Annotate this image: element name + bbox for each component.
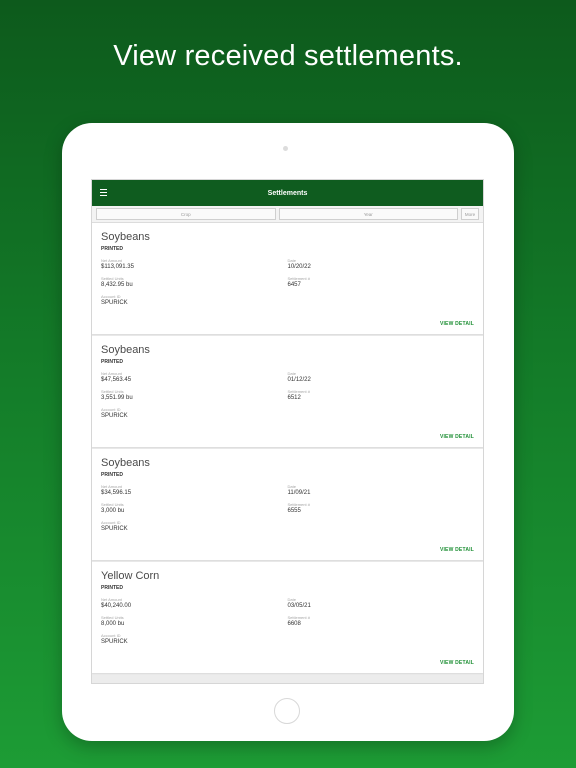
account-id-label: Account ID bbox=[101, 407, 121, 412]
app-screen: Settlements Crop Year More Soybeans PRIN… bbox=[91, 179, 484, 684]
year-filter-button[interactable]: Year bbox=[278, 208, 458, 220]
hamburger-menu-icon[interactable] bbox=[100, 189, 107, 196]
settled-units-label: Settled Units bbox=[101, 502, 124, 507]
account-id-label: Account ID bbox=[101, 294, 121, 299]
net-amount-value: $34,596.15 bbox=[101, 490, 132, 496]
date-value: 11/09/21 bbox=[287, 490, 311, 496]
settled-units-value: 8,432.95 bu bbox=[101, 282, 133, 288]
net-amount-label: Net Amount bbox=[101, 484, 122, 489]
settlement-number-label: Settlement # bbox=[287, 276, 310, 281]
crop-title: Soybeans bbox=[101, 231, 150, 243]
crop-title: Yellow Corn bbox=[101, 570, 160, 582]
net-amount-value: $113,091.35 bbox=[101, 264, 134, 270]
account-id-value: SPURICK bbox=[101, 526, 128, 532]
settlement-number-value: 6608 bbox=[287, 621, 301, 627]
date-label: Date bbox=[287, 371, 296, 376]
net-amount-label: Net Amount bbox=[101, 597, 122, 602]
settled-units-value: 3,000 bu bbox=[101, 508, 125, 514]
view-detail-button[interactable]: VIEW DETAIL bbox=[440, 434, 474, 440]
settlement-number-value: 6512 bbox=[287, 395, 301, 401]
settlement-card[interactable]: Soybeans PRINTED Net Amount $47,563.45 Da… bbox=[92, 336, 483, 447]
settled-units-value: 3,551.99 bu bbox=[101, 395, 133, 401]
net-amount-label: Net Amount bbox=[101, 371, 122, 376]
crop-title: Soybeans bbox=[101, 344, 150, 356]
status-badge: PRINTED bbox=[101, 472, 123, 478]
date-value: 03/05/21 bbox=[287, 603, 311, 609]
filter-bar: Crop Year More bbox=[92, 206, 483, 223]
settlement-number-value: 6555 bbox=[287, 508, 301, 514]
page-title: Settlements bbox=[267, 189, 308, 197]
account-id-label: Account ID bbox=[101, 520, 121, 525]
view-detail-button[interactable]: VIEW DETAIL bbox=[440, 547, 474, 553]
app-bar: Settlements bbox=[92, 180, 483, 206]
view-detail-button[interactable]: VIEW DETAIL bbox=[440, 321, 474, 327]
net-amount-value: $40,240.00 bbox=[101, 603, 132, 609]
date-label: Date bbox=[287, 484, 296, 489]
date-label: Date bbox=[287, 258, 296, 263]
crop-title: Soybeans bbox=[101, 457, 150, 469]
net-amount-value: $47,563.45 bbox=[101, 377, 132, 383]
home-button bbox=[274, 698, 300, 724]
net-amount-label: Net Amount bbox=[101, 258, 122, 263]
status-badge: PRINTED bbox=[101, 585, 123, 591]
camera-icon bbox=[283, 146, 288, 151]
settled-units-label: Settled Units bbox=[101, 276, 124, 281]
date-label: Date bbox=[287, 597, 296, 602]
crop-filter-button[interactable]: Crop bbox=[96, 208, 276, 220]
settlement-card[interactable]: Soybeans PRINTED Net Amount $113,091.35 D… bbox=[92, 223, 483, 334]
account-id-value: SPURICK bbox=[101, 300, 128, 306]
date-value: 10/20/22 bbox=[287, 264, 311, 270]
promo-headline: View received settlements. bbox=[113, 40, 463, 72]
settlement-number-label: Settlement # bbox=[287, 615, 310, 620]
status-badge: PRINTED bbox=[101, 246, 123, 252]
account-id-label: Account ID bbox=[101, 633, 121, 638]
settled-units-label: Settled Units bbox=[101, 389, 124, 394]
settlement-card[interactable]: Soybeans PRINTED Net Amount $34,596.15 Da… bbox=[92, 449, 483, 560]
settled-units-label: Settled Units bbox=[101, 615, 124, 620]
settlement-number-label: Settlement # bbox=[287, 389, 310, 394]
settlement-number-label: Settlement # bbox=[287, 502, 310, 507]
settlement-number-value: 6457 bbox=[287, 282, 301, 288]
settlement-card[interactable]: Yellow Corn PRINTED Net Amount $40,240.00… bbox=[92, 562, 483, 673]
account-id-value: SPURICK bbox=[101, 413, 128, 419]
account-id-value: SPURICK bbox=[101, 639, 128, 645]
status-badge: PRINTED bbox=[101, 359, 123, 365]
date-value: 01/12/22 bbox=[287, 377, 311, 383]
settled-units-value: 8,000 bu bbox=[101, 621, 125, 627]
more-filter-button[interactable]: More bbox=[461, 208, 479, 220]
view-detail-button[interactable]: VIEW DETAIL bbox=[440, 660, 474, 666]
